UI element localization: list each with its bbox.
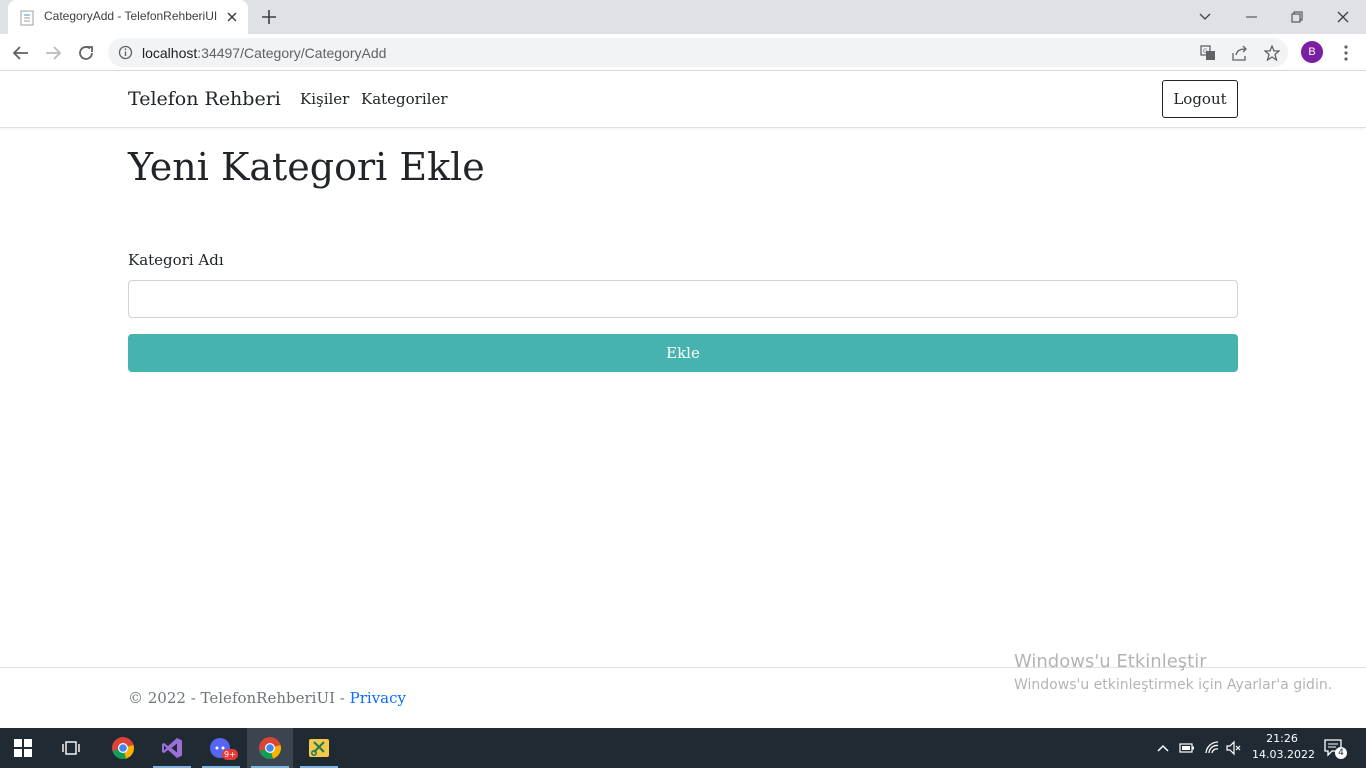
tab-title: CategoryAdd - TelefonRehberiUI: [44, 9, 218, 23]
page-title: Yeni Kategori Ekle: [128, 145, 485, 189]
bookmark-button[interactable]: [1261, 42, 1283, 64]
footer-copyright: © 2022 - TelefonRehberiUI -: [128, 689, 350, 707]
nav-link-kisiler[interactable]: Kişiler: [300, 90, 349, 108]
close-icon: [1337, 11, 1349, 23]
task-view-icon: [62, 741, 80, 755]
wifi-icon[interactable]: [1204, 740, 1220, 756]
minimize-button[interactable]: [1228, 0, 1274, 34]
share-icon: [1232, 45, 1247, 61]
url-text[interactable]: localhost:34497/Category/CategoryAdd: [142, 45, 386, 61]
close-window-button[interactable]: [1320, 0, 1366, 34]
reload-button[interactable]: [75, 42, 97, 64]
translate-icon: G: [1200, 45, 1215, 60]
browser-tab[interactable]: CategoryAdd - TelefonRehberiUI: [8, 0, 248, 34]
chevron-up-icon[interactable]: [1155, 740, 1171, 756]
url-host: localhost: [142, 45, 198, 61]
activation-watermark-subtitle: Windows'u etkinleştirmek için Ayarlar'a …: [1014, 677, 1333, 693]
kebab-menu-icon: [1344, 45, 1348, 61]
plus-icon[interactable]: [260, 8, 278, 26]
chevron-down-icon: [1199, 13, 1211, 20]
system-clock[interactable]: 21:26 14.03.2022: [1252, 731, 1315, 763]
taskbar-chrome-active[interactable]: [247, 728, 293, 768]
notification-count: 4: [1335, 747, 1347, 759]
start-button[interactable]: [0, 728, 46, 768]
arrow-left-icon: [12, 46, 28, 60]
forward-button[interactable]: [42, 42, 64, 64]
windows-logo-icon: [14, 739, 32, 757]
logout-button[interactable]: Logout: [1162, 80, 1238, 118]
taskbar-discord[interactable]: 9+: [198, 728, 244, 768]
restore-button[interactable]: [1274, 0, 1320, 34]
chrome-icon: [112, 737, 134, 759]
arrow-right-icon: [46, 46, 62, 60]
taskbar-chrome[interactable]: [100, 728, 146, 768]
chrome-icon: [259, 737, 281, 759]
windows-taskbar: 9+ 21:26 14.03.2022 4: [0, 728, 1366, 768]
volume-muted-icon[interactable]: [1226, 740, 1242, 756]
browser-toolbar: localhost:34497/Category/CategoryAdd G B: [0, 34, 1366, 71]
reload-icon: [79, 46, 93, 60]
address-bar[interactable]: localhost:34497/Category/CategoryAdd: [108, 38, 1288, 67]
taskbar-visual-studio[interactable]: [149, 728, 195, 768]
star-icon: [1264, 45, 1280, 61]
navbar-brand[interactable]: Telefon Rehberi: [128, 88, 281, 110]
activation-watermark-title: Windows'u Etkinleştir: [1014, 651, 1207, 672]
back-button[interactable]: [10, 42, 32, 64]
nav-link-kategoriler[interactable]: Kategoriler: [361, 90, 448, 108]
info-icon[interactable]: [118, 45, 133, 60]
footer-text: © 2022 - TelefonRehberiUI - Privacy: [128, 689, 406, 707]
minimize-icon: [1245, 16, 1257, 18]
tab-search-button[interactable]: [1182, 0, 1228, 34]
profile-avatar[interactable]: B: [1301, 41, 1323, 63]
snipping-tool-icon: [309, 739, 329, 757]
url-path: :34497/Category/CategoryAdd: [197, 45, 387, 61]
share-button[interactable]: [1229, 42, 1251, 64]
site-navbar: Telefon Rehberi Kişiler Kategoriler Logo…: [0, 71, 1366, 128]
clock-date: 14.03.2022: [1252, 748, 1315, 761]
page-icon: [20, 10, 34, 26]
discord-badge: 9+: [222, 749, 238, 760]
browser-tab-bar: CategoryAdd - TelefonRehberiUI: [0, 0, 1366, 34]
close-icon[interactable]: [224, 9, 240, 25]
restore-icon: [1291, 11, 1303, 23]
add-category-button[interactable]: Ekle: [128, 334, 1238, 372]
browser-menu-button[interactable]: [1335, 42, 1357, 64]
visual-studio-icon: [162, 738, 182, 758]
category-name-label: Kategori Adı: [128, 251, 224, 269]
clock-time: 21:26: [1266, 732, 1298, 745]
svg-text:G: G: [1203, 48, 1208, 55]
battery-icon[interactable]: [1179, 740, 1195, 756]
privacy-link[interactable]: Privacy: [350, 689, 406, 707]
taskbar-snipping-tool[interactable]: [296, 728, 342, 768]
translate-button[interactable]: G: [1197, 42, 1219, 64]
category-name-input[interactable]: [128, 280, 1238, 318]
task-view-button[interactable]: [49, 728, 95, 768]
